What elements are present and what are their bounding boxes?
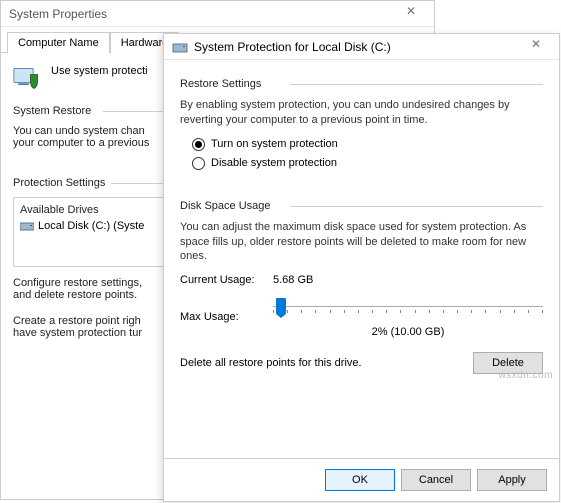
drive-label: Local Disk (C:) (Syste	[38, 220, 144, 232]
slider-thumb-icon[interactable]	[276, 298, 286, 314]
watermark-text: wsxdn.com	[498, 370, 553, 381]
titlebar: System Protection for Local Disk (C:) ✕	[164, 34, 559, 60]
delete-desc: Delete all restore points for this drive…	[180, 357, 362, 369]
window-title: System Properties	[9, 7, 396, 21]
slider-value-label: 2% (10.00 GB)	[273, 326, 543, 338]
max-usage-slider[interactable]	[273, 296, 543, 322]
disk-icon	[20, 220, 34, 232]
tab-computer-name[interactable]: Computer Name	[7, 32, 110, 53]
section-disk-space-usage: Disk Space Usage	[180, 200, 543, 212]
ok-button[interactable]: OK	[325, 469, 395, 491]
close-icon[interactable]: ✕	[396, 4, 426, 24]
radio-label: Turn on system protection	[211, 138, 338, 150]
cancel-button[interactable]: Cancel	[401, 469, 471, 491]
close-icon[interactable]: ✕	[521, 37, 551, 57]
radio-icon	[192, 138, 205, 151]
disk-icon	[172, 39, 188, 55]
dialog-title: System Protection for Local Disk (C:)	[194, 40, 521, 54]
current-usage-label: Current Usage:	[180, 274, 265, 286]
titlebar: System Properties ✕	[1, 1, 434, 27]
section-restore-settings: Restore Settings	[180, 78, 543, 90]
max-usage-label: Max Usage:	[180, 311, 265, 323]
radio-turn-on-protection[interactable]: Turn on system protection	[192, 138, 543, 151]
radio-icon	[192, 157, 205, 170]
dialog-button-row: OK Cancel Apply	[164, 458, 559, 501]
radio-label: Disable system protection	[211, 157, 337, 169]
system-protection-dialog: System Protection for Local Disk (C:) ✕ …	[163, 33, 560, 502]
apply-button[interactable]: Apply	[477, 469, 547, 491]
intro-text: Use system protecti	[51, 65, 148, 77]
disk-usage-desc: You can adjust the maximum disk space us…	[180, 220, 543, 265]
radio-disable-protection[interactable]: Disable system protection	[192, 157, 543, 170]
restore-settings-desc: By enabling system protection, you can u…	[180, 98, 543, 128]
monitor-shield-icon	[13, 65, 41, 91]
current-usage-value: 5.68 GB	[273, 274, 543, 286]
